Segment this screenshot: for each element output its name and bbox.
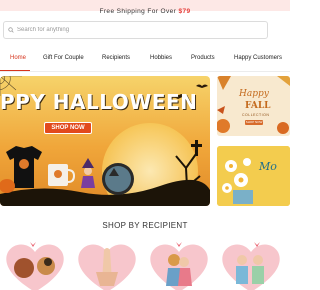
- fall-banner-line2: FALL: [245, 101, 271, 111]
- announcement-bar: Free Shipping For Over $79: [0, 0, 290, 15]
- nav-item-gift-for-couple[interactable]: Gift For Couple: [43, 55, 84, 61]
- flowers-illustration: [217, 146, 290, 206]
- nav-active-indicator: [0, 70, 30, 71]
- nav-item-happy-customers[interactable]: Happy Customers: [234, 55, 282, 61]
- recipient-couple[interactable]: [146, 238, 212, 290]
- nav-item-home[interactable]: Home: [10, 55, 26, 61]
- section-title: SHOP BY RECIPIENT: [102, 221, 188, 230]
- fall-shop-now-button[interactable]: SHOP NOW: [245, 120, 263, 125]
- recipient-friends[interactable]: [218, 238, 284, 290]
- nav-divider: [0, 71, 290, 72]
- shipping-threshold-price: $79: [178, 8, 191, 15]
- fall-collection-banner[interactable]: Happy FALL COLLECTION SHOP NOW: [217, 76, 290, 136]
- nav-item-products[interactable]: Products: [191, 55, 215, 61]
- nav-item-hobbies[interactable]: Hobbies: [150, 55, 172, 61]
- main-nav: Home Gift For Couple Recipients Hobbies …: [0, 55, 290, 67]
- search-icon: [8, 27, 14, 33]
- second-banner-text: Mo: [259, 160, 277, 173]
- fall-banner-line1: Happy: [239, 89, 269, 99]
- fall-banner-line3: COLLECTION: [242, 113, 270, 117]
- search-input[interactable]: [17, 27, 257, 33]
- search-bar[interactable]: [3, 21, 268, 39]
- announcement-text: Free Shipping For Over $79: [99, 8, 191, 15]
- hero-banner[interactable]: PPY HALLOWEEN SHOP NOW: [0, 76, 210, 206]
- hero-title: PPY HALLOWEEN: [0, 90, 198, 114]
- recipient-pets[interactable]: [2, 238, 68, 290]
- mothers-banner[interactable]: Mo: [217, 146, 290, 206]
- nav-item-recipients[interactable]: Recipients: [102, 55, 130, 61]
- recipient-faith[interactable]: [74, 238, 140, 290]
- hero-shop-now-button[interactable]: SHOP NOW: [44, 122, 92, 134]
